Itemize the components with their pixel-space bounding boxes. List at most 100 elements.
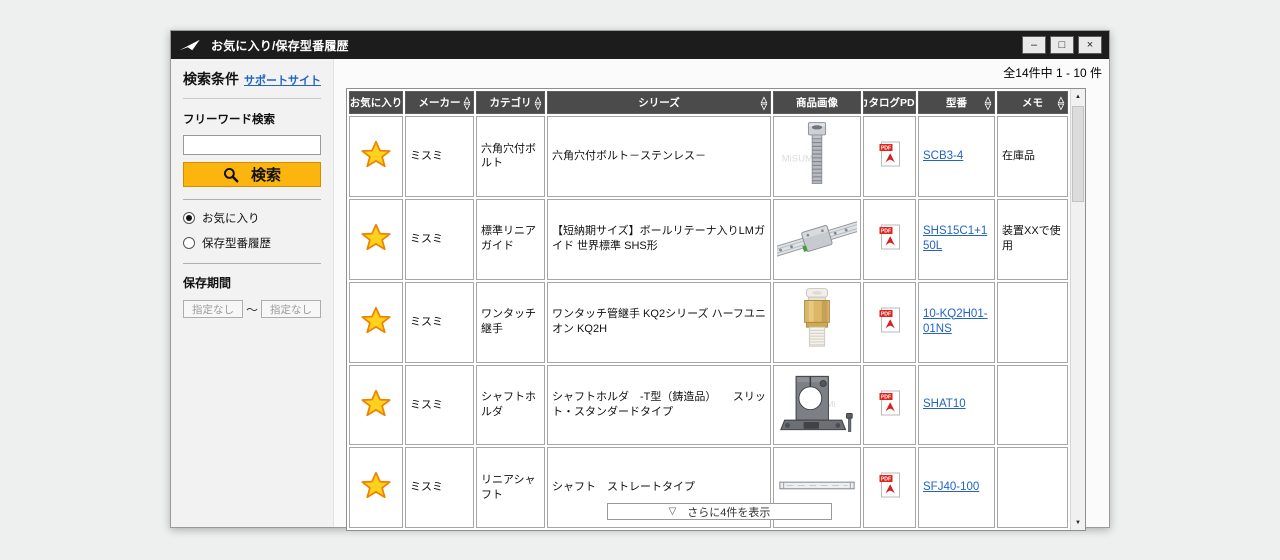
favorite-cell [349, 365, 403, 446]
column-header-0: お気に入り [349, 91, 403, 114]
search-button[interactable]: 検索 [183, 162, 321, 187]
column-label: 商品画像 [796, 95, 838, 110]
pdf-file-icon: PDF [879, 472, 901, 498]
minimize-button[interactable]: – [1022, 36, 1046, 54]
column-label: シリーズ [638, 95, 679, 110]
pdf-file-icon: PDF [879, 141, 901, 167]
catalog-pdf-button[interactable]: PDF [879, 224, 901, 250]
part-number-link[interactable]: 10-KQ2H01-01NS [923, 308, 988, 336]
catalog-pdf-button[interactable]: PDF [879, 390, 901, 416]
part-number-link[interactable]: SHAT10 [923, 398, 966, 410]
column-header-1[interactable]: メーカー△▽ [405, 91, 474, 114]
sort-arrows-icon[interactable]: △▽ [761, 96, 767, 110]
scroll-down-icon[interactable]: ▼ [1071, 515, 1085, 530]
sort-arrows-icon[interactable]: △▽ [1058, 96, 1064, 110]
column-header-4: 商品画像 [773, 91, 861, 114]
product-image-one-touch-fitting [777, 285, 857, 355]
sort-arrows-icon[interactable]: △▽ [985, 96, 991, 110]
maker-cell: ミスミ [405, 116, 474, 197]
sidebar-divider [183, 199, 321, 200]
favorite-star-button[interactable] [361, 140, 391, 168]
freeword-search-input[interactable] [183, 135, 321, 155]
favorite-star-button[interactable] [361, 471, 391, 499]
product-image [777, 202, 857, 272]
favorite-star-button[interactable] [361, 223, 391, 251]
category-cell: リニアシャフト [476, 447, 545, 528]
svg-text:PDF: PDF [880, 394, 890, 400]
support-site-link[interactable]: サポートサイト [244, 72, 321, 88]
favorite-cell [349, 447, 403, 528]
close-button[interactable]: × [1078, 36, 1102, 54]
chevron-down-icon: ▽ [669, 506, 677, 517]
period-to-field[interactable]: 指定なし [261, 300, 321, 318]
product-image-cell: MiSUMi [773, 116, 861, 197]
column-header-7[interactable]: メモ △▽ [997, 91, 1068, 114]
title-bar[interactable]: お気に入り/保存型番履歴 – □ × [171, 31, 1109, 59]
column-header-2[interactable]: カテゴリ△▽ [476, 91, 545, 114]
product-image [777, 285, 857, 355]
result-count: 全14件中 1 - 10 件 [1003, 64, 1102, 81]
column-header-6[interactable]: 型番△▽ [918, 91, 995, 114]
sort-arrows-icon[interactable]: △▽ [535, 96, 541, 110]
category-cell: シャフトホルダ [476, 365, 545, 446]
column-label: メモ [1022, 95, 1043, 110]
part-number-link[interactable]: SCB3-4 [923, 150, 963, 162]
product-image-socket-head-bolt: MiSUMi [777, 119, 857, 189]
favorite-cell [349, 282, 403, 363]
app-window: お気に入り/保存型番履歴 – □ × 検索条件 サポートサイト フリーワード検索… [170, 30, 1110, 528]
memo-cell [997, 447, 1068, 528]
svg-text:MiSUMi: MiSUMi [782, 154, 815, 165]
period-from-field[interactable]: 指定なし [183, 300, 243, 318]
series-cell: シャフトホルダ -T型（鋳造品） スリット・スタンダードタイプ [547, 365, 771, 446]
favorite-cell [349, 116, 403, 197]
radio-option-favorites[interactable]: お気に入り [183, 210, 321, 226]
save-period-row: 指定なし ～ 指定なし [183, 300, 321, 318]
pdf-file-icon: PDF [879, 390, 901, 416]
part-number-cell: SHAT10 [918, 365, 995, 446]
maximize-button[interactable]: □ [1050, 36, 1074, 54]
category-cell: ワンタッチ継手 [476, 282, 545, 363]
search-sidebar: 検索条件 サポートサイト フリーワード検索 検索 お気に入り 保存型番履歴 [171, 59, 334, 527]
catalog-pdf-button[interactable]: PDF [879, 307, 901, 333]
memo-cell [997, 282, 1068, 363]
series-cell: 六角穴付ボルト－ステンレス－ [547, 116, 771, 197]
svg-text:PDF: PDF [880, 477, 890, 483]
show-more-button[interactable]: ▽ さらに4件を表示 [607, 503, 832, 520]
pdf-file-icon: PDF [879, 224, 901, 250]
scrollbar-thumb[interactable] [1072, 106, 1084, 202]
window-content: 検索条件 サポートサイト フリーワード検索 検索 お気に入り 保存型番履歴 [171, 59, 1109, 527]
column-label: カタログPDF [863, 95, 916, 110]
memo-cell: 在庫品 [997, 116, 1068, 197]
product-image-cell: Mi [773, 365, 861, 446]
column-header-3[interactable]: シリーズ △▽ [547, 91, 771, 114]
show-more-label: さらに4件を表示 [687, 504, 770, 520]
favorite-star-button[interactable] [361, 306, 391, 334]
memo-cell [997, 365, 1068, 446]
sort-arrows-icon[interactable]: △▽ [464, 96, 470, 110]
sidebar-header: 検索条件 サポートサイト [183, 69, 321, 99]
radio-option-saved-history[interactable]: 保存型番履歴 [183, 235, 321, 251]
series-cell: ワンタッチ管継手 KQ2シリーズ ハーフユニオン KQ2H [547, 282, 771, 363]
category-cell: 標準リニアガイド [476, 199, 545, 280]
catalog-pdf-cell: PDF [863, 116, 916, 197]
scroll-up-icon[interactable]: ▲ [1071, 89, 1085, 104]
product-image: Mi [777, 368, 857, 438]
save-period-label: 保存期間 [183, 274, 321, 291]
part-number-link[interactable]: SFJ40-100 [923, 481, 979, 493]
table-row: ミスミ 六角穴付ボルト 六角穴付ボルト－ステンレス－ MiSUMi PDF SC… [349, 116, 1068, 197]
favorite-star-icon [361, 471, 391, 499]
results-table: お気に入りメーカー△▽カテゴリ△▽シリーズ△▽商品画像カタログPDF型番△▽メモ… [347, 89, 1070, 530]
sidebar-divider [183, 263, 321, 264]
results-area: 全14件中 1 - 10 件 お気に入りメーカー△▽カテゴリ△▽ シリーズ △▽ 商品… [334, 59, 1109, 527]
catalog-pdf-cell: PDF [863, 282, 916, 363]
catalog-pdf-button[interactable]: PDF [879, 472, 901, 498]
product-image-cell [773, 199, 861, 280]
vertical-scrollbar[interactable]: ▲ ▼ [1070, 89, 1085, 530]
search-icon [223, 167, 239, 183]
svg-text:PDF: PDF [880, 228, 890, 234]
favorite-star-icon [361, 389, 391, 417]
catalog-pdf-button[interactable]: PDF [879, 141, 901, 167]
part-number-link[interactable]: SHS15C1+150L [923, 225, 987, 253]
favorite-star-button[interactable] [361, 389, 391, 417]
column-header-5: カタログPDF [863, 91, 916, 114]
